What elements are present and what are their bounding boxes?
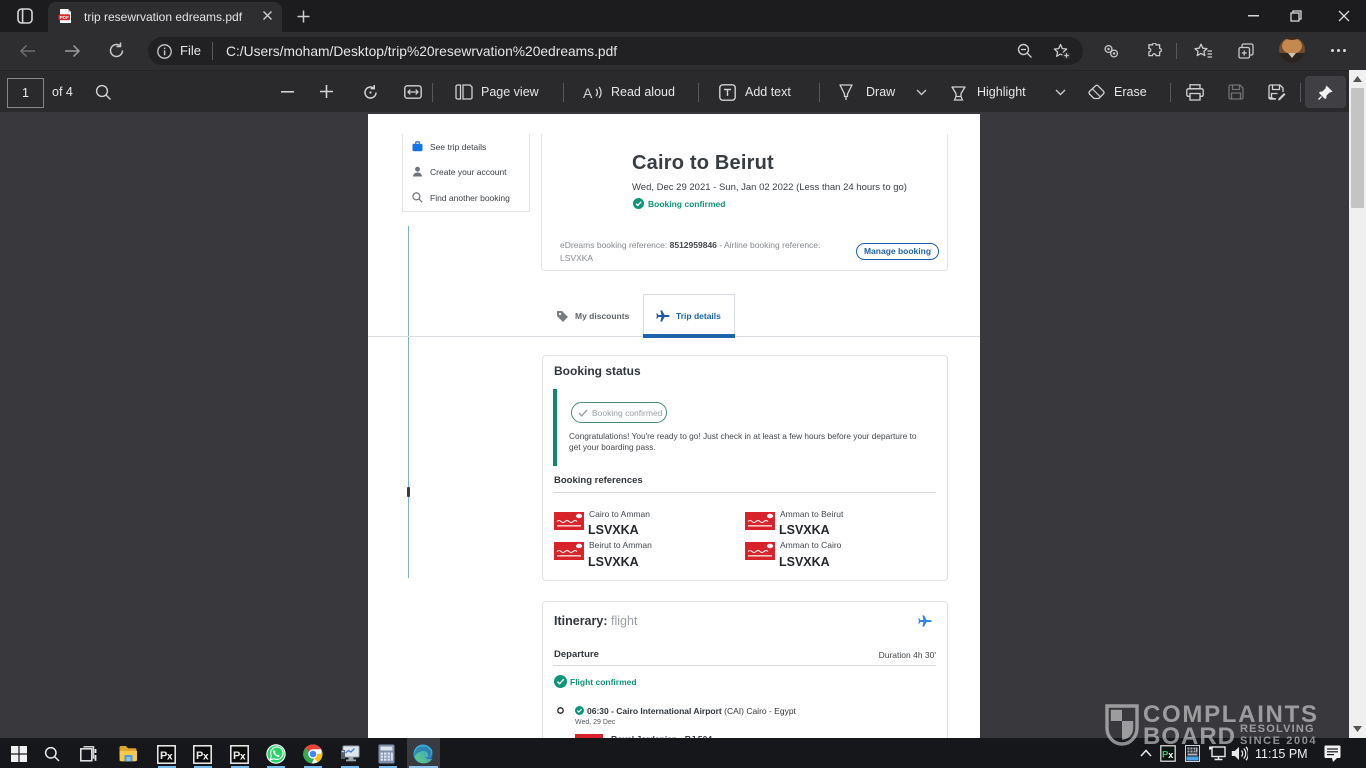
svg-text:A: A: [583, 85, 593, 101]
svg-text:x: x: [167, 752, 173, 763]
svg-text:x: x: [240, 752, 246, 763]
svg-text:PDF: PDF: [60, 15, 69, 20]
svg-text:x: x: [203, 752, 209, 763]
